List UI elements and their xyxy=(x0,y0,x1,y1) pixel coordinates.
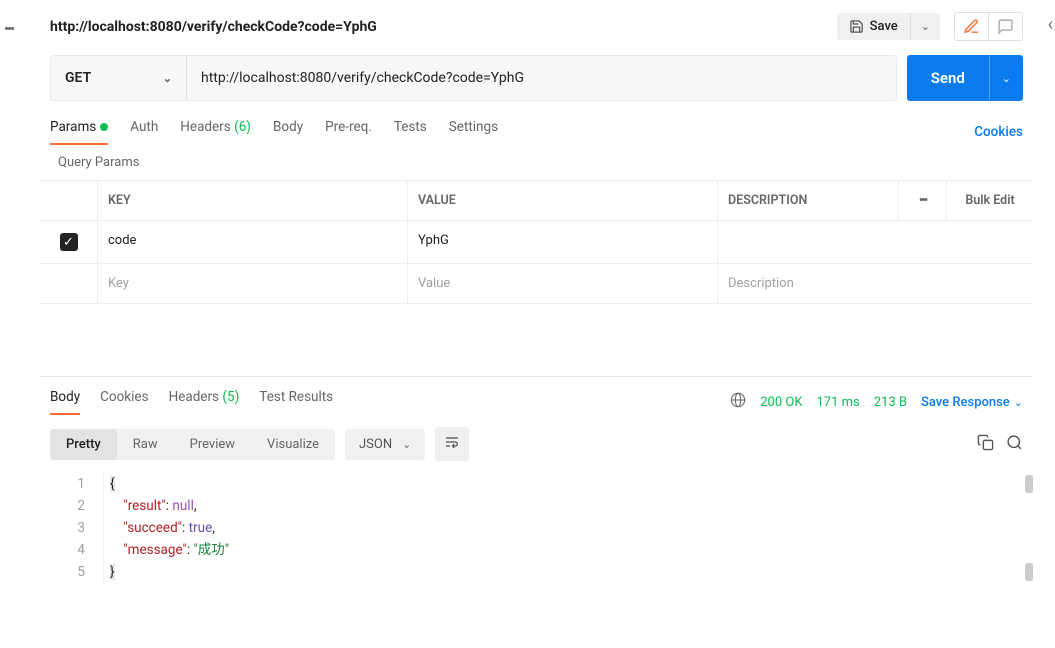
tab-headers[interactable]: Headers (6) xyxy=(180,119,251,145)
resp-tab-test-results[interactable]: Test Results xyxy=(259,389,333,415)
comment-icon xyxy=(997,18,1014,35)
chevron-down-icon: ⌄ xyxy=(921,20,930,33)
sidebar-collapse-icon[interactable]: ‹ xyxy=(1048,14,1053,35)
network-icon[interactable] xyxy=(730,392,746,412)
tab-auth[interactable]: Auth xyxy=(130,119,158,145)
chevron-down-icon: ⌄ xyxy=(163,72,172,85)
comment-button[interactable] xyxy=(989,13,1022,40)
line-numbers: 1 2 3 4 5 xyxy=(40,473,104,583)
col-options-button[interactable]: ••• xyxy=(899,181,947,220)
send-button[interactable]: Send xyxy=(907,55,989,101)
save-response-button[interactable]: Save Response ⌄ xyxy=(921,395,1023,410)
param-value-placeholder[interactable]: Value xyxy=(408,264,718,303)
wrap-lines-button[interactable] xyxy=(435,427,469,461)
col-value: VALUE xyxy=(408,181,718,220)
url-input[interactable]: http://localhost:8080/verify/checkCode?c… xyxy=(187,56,896,100)
param-key-input[interactable]: code xyxy=(98,221,408,263)
chevron-down-icon: ⌄ xyxy=(1014,396,1023,409)
request-title: http://localhost:8080/verify/checkCode?c… xyxy=(50,19,377,35)
query-params-table: KEY VALUE DESCRIPTION ••• Bulk Edit ✓ co… xyxy=(40,180,1033,304)
tab-params[interactable]: Params xyxy=(50,119,108,145)
format-select[interactable]: JSON ⌄ xyxy=(345,429,425,460)
wrap-icon xyxy=(444,434,460,450)
cookies-link[interactable]: Cookies xyxy=(974,124,1023,140)
col-checkbox xyxy=(40,181,98,220)
param-desc-placeholder[interactable]: Description xyxy=(718,264,1033,303)
bulk-edit-button[interactable]: Bulk Edit xyxy=(947,181,1033,220)
tab-actions-icon[interactable]: ••• xyxy=(4,20,13,38)
query-params-heading: Query Params xyxy=(40,145,1033,180)
tab-settings[interactable]: Settings xyxy=(449,119,498,145)
save-label: Save xyxy=(870,19,898,34)
search-icon xyxy=(1006,434,1023,451)
response-size: 213 B xyxy=(874,395,907,410)
col-description: DESCRIPTION xyxy=(718,181,899,220)
tab-prereq[interactable]: Pre-req. xyxy=(325,119,372,145)
copy-button[interactable] xyxy=(977,434,994,455)
view-visualize[interactable]: Visualize xyxy=(251,429,335,460)
http-method-select[interactable]: GET ⌄ xyxy=(51,56,187,100)
response-status: 200 OK xyxy=(760,395,802,410)
response-body: 1 2 3 4 5 { "result": null, "succeed": t… xyxy=(40,469,1033,587)
save-dropdown[interactable]: ⌄ xyxy=(910,13,940,40)
table-row: ✓ code YphG xyxy=(40,221,1033,264)
pencil-icon xyxy=(963,18,980,35)
col-key: KEY xyxy=(98,181,408,220)
edit-button[interactable] xyxy=(955,13,989,40)
row-checkbox[interactable]: ✓ xyxy=(60,233,78,251)
param-key-placeholder[interactable]: Key xyxy=(98,264,408,303)
view-raw[interactable]: Raw xyxy=(117,429,174,460)
tab-tests[interactable]: Tests xyxy=(394,119,427,145)
view-preview[interactable]: Preview xyxy=(174,429,251,460)
tab-body[interactable]: Body xyxy=(273,119,303,145)
table-row-new: Key Value Description xyxy=(40,264,1033,304)
scroll-thumb[interactable] xyxy=(1025,563,1033,581)
http-method-value: GET xyxy=(65,70,91,86)
resp-tab-cookies[interactable]: Cookies xyxy=(100,389,148,415)
resp-tab-headers[interactable]: Headers (5) xyxy=(169,389,240,415)
chevron-down-icon: ⌄ xyxy=(402,438,411,451)
save-icon xyxy=(849,19,864,34)
scroll-thumb[interactable] xyxy=(1025,475,1033,493)
param-value-input[interactable]: YphG xyxy=(408,221,718,263)
copy-icon xyxy=(977,434,994,451)
chevron-down-icon: ⌄ xyxy=(1002,72,1011,85)
param-desc-input[interactable] xyxy=(718,221,1033,263)
search-button[interactable] xyxy=(1006,434,1023,455)
code-content[interactable]: { "result": null, "succeed": true, "mess… xyxy=(104,473,1033,583)
row-checkbox-empty xyxy=(40,264,98,303)
modified-dot-icon xyxy=(100,123,108,131)
resp-tab-body[interactable]: Body xyxy=(50,389,80,415)
view-pretty[interactable]: Pretty xyxy=(50,429,117,460)
response-time: 171 ms xyxy=(817,395,860,410)
send-dropdown[interactable]: ⌄ xyxy=(989,55,1023,101)
save-button[interactable]: Save xyxy=(837,13,910,40)
